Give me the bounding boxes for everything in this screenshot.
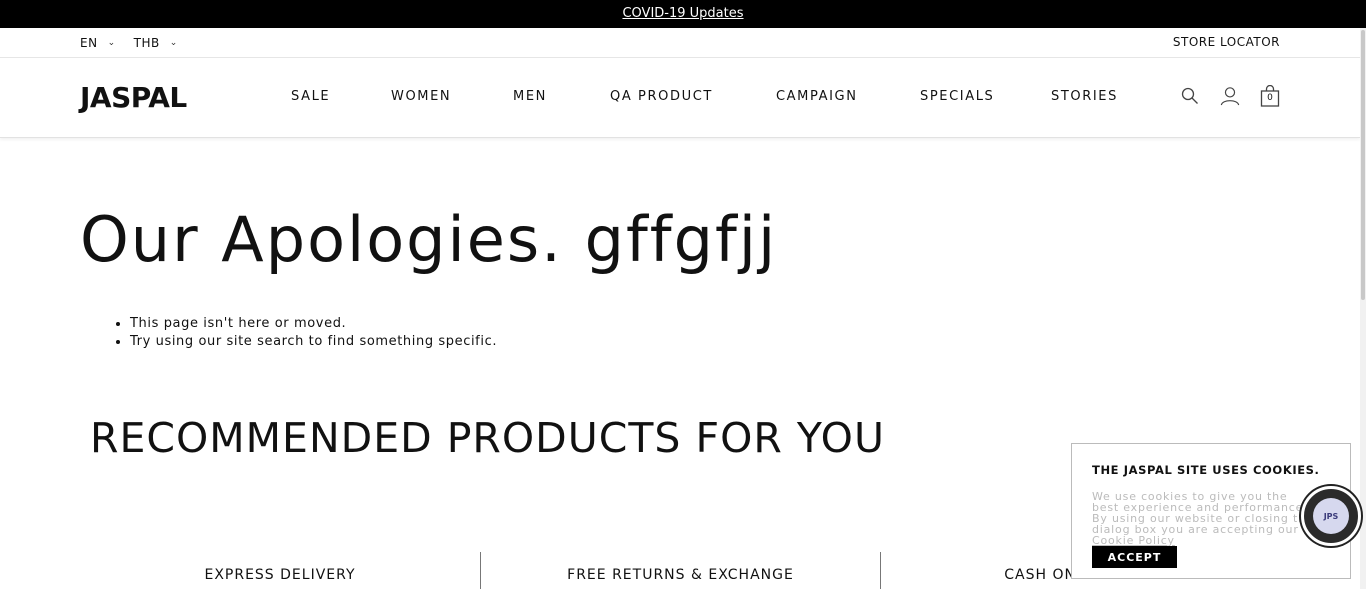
nav-specials[interactable]: SPECIALS [920, 89, 994, 104]
list-item: Try using our site search to find someth… [130, 333, 497, 351]
store-locator-link[interactable]: STORE LOCATOR [1173, 28, 1280, 57]
chevron-down-icon: ⌄ [169, 37, 178, 48]
currency-selector[interactable]: THB ⌄ [134, 36, 178, 50]
chat-button[interactable]: JPS [1301, 486, 1361, 546]
currency-value: THB [133, 35, 160, 50]
site-header: JASPAL SALE WOMEN MEN QA PRODUCT CAMPAIG… [0, 58, 1360, 138]
chevron-down-icon: ⌄ [107, 37, 116, 48]
cookie-title: THE JASPAL SITE USES COOKIES. [1092, 463, 1320, 477]
nav-qa-product[interactable]: QA PRODUCT [610, 89, 713, 104]
feature-express-delivery: EXPRESS DELIVERY [204, 567, 356, 583]
account-icon[interactable] [1220, 85, 1240, 107]
page-scrollbar[interactable] [1360, 28, 1366, 589]
cart-count: 0 [1267, 93, 1273, 103]
page-title: Our Apologies. gffgfjj [80, 203, 778, 276]
utility-bar: EN ⌄ THB ⌄ STORE LOCATOR [0, 28, 1360, 58]
nav-women[interactable]: WOMEN [391, 89, 451, 104]
chat-icon: JPS [1313, 498, 1349, 534]
chat-badge: JPS [1323, 511, 1339, 521]
locale-selectors: EN ⌄ THB ⌄ [80, 28, 178, 57]
cookie-text: We use cookies to give you the best expe… [1092, 491, 1317, 546]
nav-campaign[interactable]: CAMPAIGN [776, 89, 858, 104]
error-tips-list: This page isn't here or moved. Try using… [130, 315, 497, 351]
nav-sale[interactable]: SALE [291, 89, 330, 104]
covid-updates-link[interactable]: COVID-19 Updates [622, 6, 743, 21]
feature-free-returns: FREE RETURNS & EXCHANGE [480, 552, 880, 589]
nav-men[interactable]: MEN [513, 89, 547, 104]
accept-cookies-button[interactable]: ACCEPT [1092, 546, 1177, 568]
scrollbar-thumb[interactable] [1361, 30, 1365, 300]
language-value: EN [80, 35, 98, 50]
list-item: This page isn't here or moved. [130, 315, 497, 333]
promo-bar: COVID-19 Updates [0, 0, 1366, 28]
recommended-products-title: RECOMMENDED PRODUCTS FOR YOU [90, 414, 885, 462]
jaspal-logo[interactable]: JASPAL [80, 81, 187, 114]
language-selector[interactable]: EN ⌄ [80, 36, 116, 50]
nav-stories[interactable]: STORIES [1051, 89, 1118, 104]
cookie-message: We use cookies to give you the best expe… [1092, 490, 1317, 536]
search-icon[interactable] [1180, 85, 1200, 107]
shopping-bag-icon[interactable]: 0 [1260, 85, 1280, 107]
header-icons: 0 [1180, 85, 1280, 107]
